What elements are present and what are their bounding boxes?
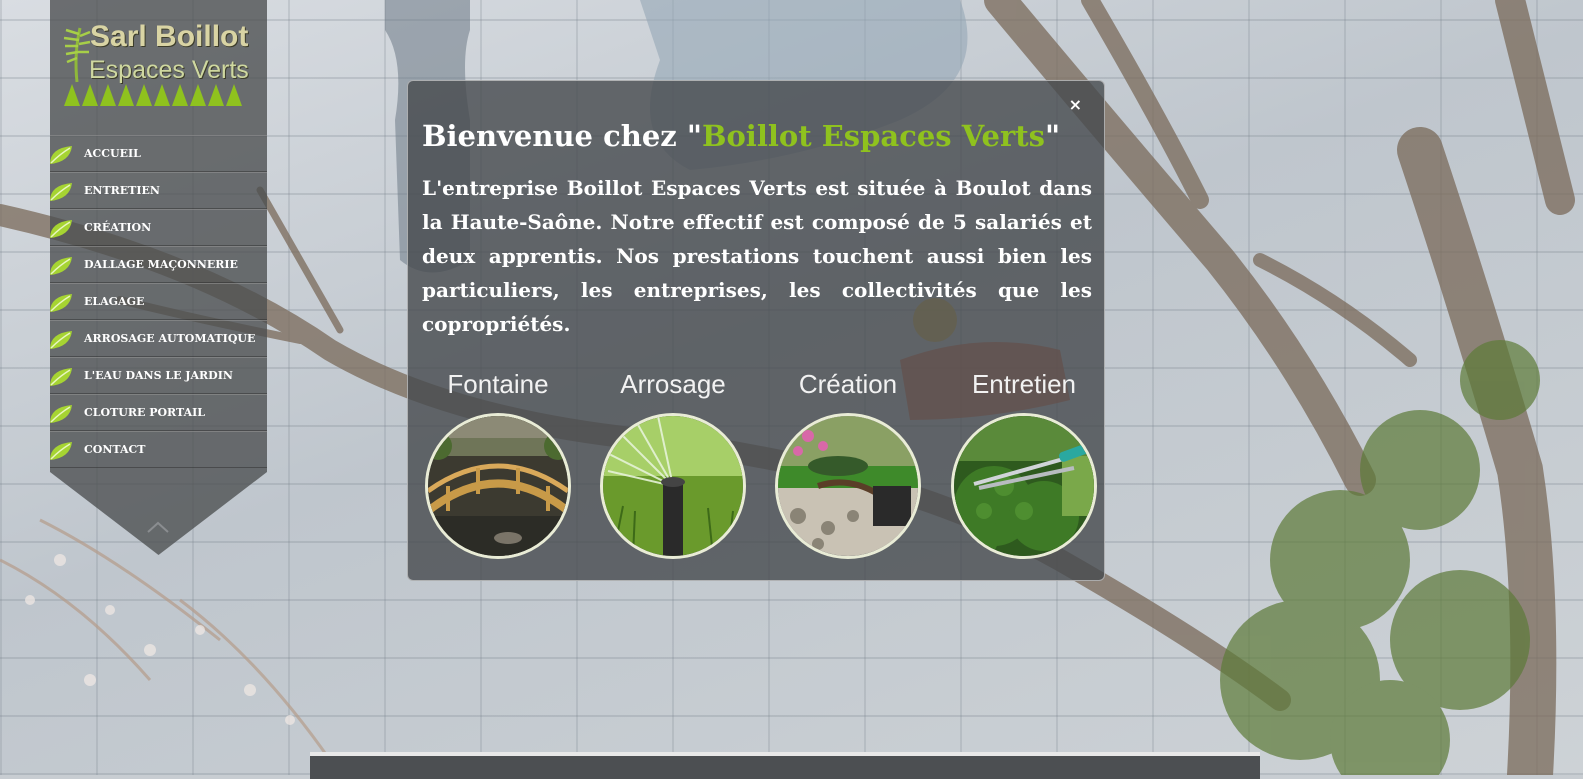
brand-tagline: Espaces Verts: [89, 56, 249, 84]
welcome-popup: × Bienvenue chez "Boillot Espaces Verts"…: [407, 80, 1105, 581]
leaf-icon: [50, 183, 72, 201]
menu-item-accueil[interactable]: ACCUEIL: [50, 135, 267, 172]
popup-title-suffix: ": [1045, 119, 1061, 153]
service-card-entretien[interactable]: Entretien: [948, 367, 1100, 559]
leaf-icon: [50, 257, 72, 275]
sidebar: Sarl Boillot Espaces Verts ACCUEIL ENTRE…: [50, 0, 267, 555]
services-row: Fontaine Arrosage Création Entretien: [422, 367, 1102, 567]
service-image-creation: [775, 413, 921, 559]
leaf-icon: [50, 331, 72, 349]
menu-item-cloture-portail[interactable]: CLOTURE PORTAIL: [50, 394, 267, 431]
service-card-fontaine[interactable]: Fontaine: [422, 367, 574, 559]
menu-item-dallage-maconnerie[interactable]: DALLAGE MAÇONNERIE: [50, 246, 267, 283]
popup-title-highlight: Boillot Espaces Verts: [701, 119, 1046, 153]
menu-item-label: CONTACT: [84, 443, 146, 456]
menu-item-contact[interactable]: CONTACT: [50, 431, 267, 468]
popup-description: L'entreprise Boillot Espaces Verts est s…: [422, 176, 1092, 336]
menu-item-label: ELAGAGE: [84, 295, 145, 308]
menu-item-entretien[interactable]: ENTRETIEN: [50, 172, 267, 209]
close-button[interactable]: ×: [1069, 95, 1082, 114]
brand-name: Sarl Boillot: [90, 20, 249, 53]
leaf-icon: [50, 368, 72, 386]
menu-item-label: DALLAGE MAÇONNERIE: [84, 258, 238, 271]
leaf-icon: [50, 220, 72, 238]
brand-logo[interactable]: Sarl Boillot Espaces Verts: [62, 20, 252, 115]
menu-item-creation[interactable]: CRÉATION: [50, 209, 267, 246]
menu-item-label: CRÉATION: [84, 221, 152, 234]
menu-item-elagage[interactable]: ELAGAGE: [50, 283, 267, 320]
service-label: Création: [798, 369, 898, 399]
menu-item-arrosage-automatique[interactable]: ARROSAGE AUTOMATIQUE: [50, 320, 267, 357]
service-image-arrosage: [600, 413, 746, 559]
tree-row-icon: [64, 84, 242, 106]
leaf-icon: [50, 405, 72, 423]
menu-item-label: L'EAU DANS LE JARDIN: [84, 369, 233, 382]
service-image-fontaine: [425, 413, 571, 559]
menu-item-label: CLOTURE PORTAIL: [84, 406, 206, 419]
leaf-icon: [50, 442, 72, 460]
main-menu: ACCUEIL ENTRETIEN CRÉATION DALLAGE MAÇON…: [50, 135, 267, 468]
menu-item-label: ACCUEIL: [84, 147, 141, 160]
palm-leaf-icon: [63, 27, 91, 83]
service-card-arrosage[interactable]: Arrosage: [597, 367, 749, 559]
service-card-creation[interactable]: Création: [772, 367, 924, 559]
service-label: Fontaine: [447, 369, 549, 399]
popup-title-prefix: Bienvenue chez ": [422, 119, 702, 153]
menu-item-label: ENTRETIEN: [84, 184, 160, 197]
menu-item-label: ARROSAGE AUTOMATIQUE: [84, 332, 256, 345]
chevron-up-icon[interactable]: [146, 520, 170, 534]
service-label: Entretien: [971, 369, 1077, 399]
menu-item-eau-dans-le-jardin[interactable]: L'EAU DANS LE JARDIN: [50, 357, 267, 394]
service-image-entretien: [951, 413, 1097, 559]
leaf-icon: [50, 146, 72, 164]
leaf-icon: [50, 294, 72, 312]
popup-title: Bienvenue chez "Boillot Espaces Verts": [422, 119, 1060, 153]
service-label: Arrosage: [620, 369, 726, 399]
